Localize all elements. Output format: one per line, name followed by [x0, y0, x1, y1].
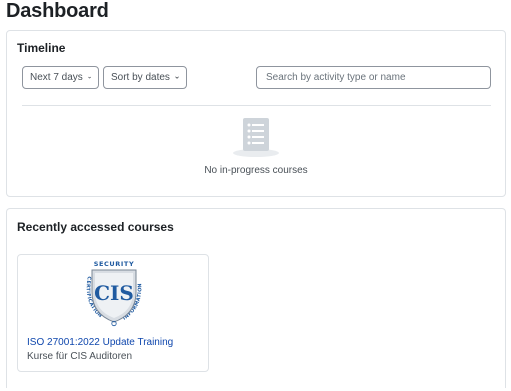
day-filter-label: Next 7 days [30, 72, 83, 83]
chevron-down-icon [175, 76, 179, 79]
divider [22, 105, 491, 106]
timeline-title: Timeline [17, 41, 66, 55]
page-title: Dashboard [6, 0, 109, 22]
day-filter-dropdown[interactable]: Next 7 days [22, 66, 99, 89]
timeline-search-input[interactable] [256, 66, 491, 89]
timeline-block: Timeline Next 7 days Sort by dates No in… [6, 30, 506, 197]
chevron-down-icon [88, 76, 91, 79]
course-category: Kurse für CIS Auditoren [27, 351, 133, 362]
cis-logo: SECURITY CERTIFICATION INFORMATION CIS [85, 260, 143, 327]
empty-list-icon [233, 118, 279, 157]
recent-courses-title: Recently accessed courses [17, 220, 174, 234]
course-card[interactable]: SECURITY CERTIFICATION INFORMATION CIS I… [17, 254, 209, 372]
sort-filter-label: Sort by dates [111, 72, 170, 83]
empty-message: No in-progress courses [204, 165, 308, 176]
course-name-link[interactable]: ISO 27001:2022 Update Training [27, 337, 173, 348]
sort-filter-dropdown[interactable]: Sort by dates [103, 66, 187, 89]
recent-courses-block: Recently accessed courses SECURITY CERTI… [6, 208, 506, 388]
svg-text:CIS: CIS [94, 281, 134, 305]
svg-text:SECURITY: SECURITY [94, 260, 135, 268]
